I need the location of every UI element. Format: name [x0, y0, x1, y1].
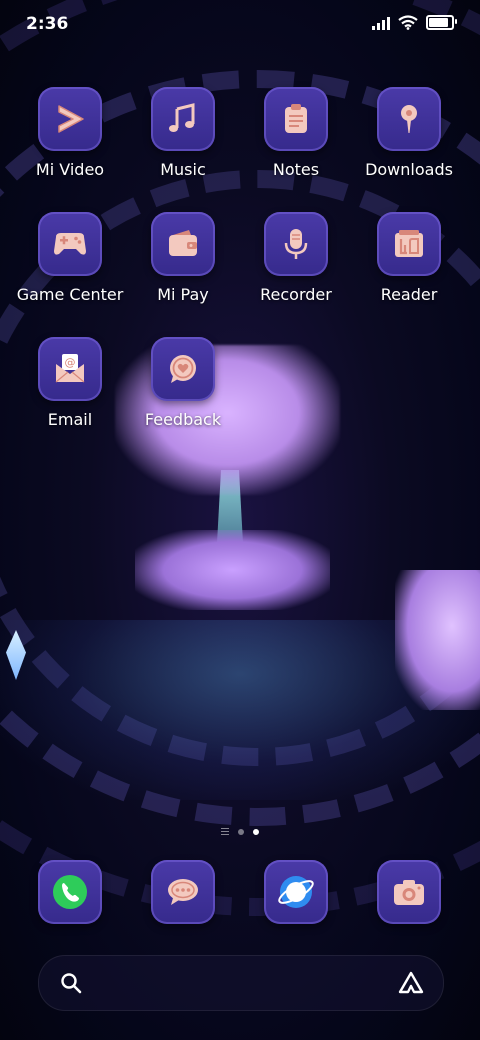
app-downloads[interactable]: Downloads	[353, 87, 465, 179]
gamepad-icon	[54, 233, 86, 255]
app-icon-mi-pay[interactable]	[151, 212, 215, 276]
clipboard-icon	[285, 104, 307, 133]
app-label: Mi Video	[35, 160, 105, 179]
page-dot	[238, 828, 244, 835]
app-icon-feedback[interactable]	[151, 337, 215, 401]
app-feedback[interactable]: Feedback	[127, 337, 239, 429]
app-music[interactable]: Music	[127, 87, 239, 179]
svg-text:@: @	[65, 356, 76, 369]
envelope-icon: @	[55, 354, 85, 383]
app-label: Reader	[380, 285, 438, 304]
dock-camera[interactable]	[353, 860, 465, 924]
app-icon-phone[interactable]	[38, 860, 102, 924]
app-icon-email[interactable]: @	[38, 337, 102, 401]
phone-icon	[53, 875, 87, 909]
app-label: Game Center	[16, 285, 124, 304]
battery-icon	[426, 15, 457, 30]
search-icon[interactable]	[59, 971, 83, 995]
app-label: Recorder	[260, 285, 332, 304]
app-icon-game-center[interactable]	[38, 212, 102, 276]
app-label: Downloads	[365, 160, 453, 179]
app-label: Notes	[272, 160, 320, 179]
cellular-signal-icon	[372, 16, 390, 30]
app-game-center[interactable]: Game Center	[14, 212, 126, 304]
dock-browser[interactable]	[240, 860, 352, 924]
app-label: Mi Pay	[157, 285, 209, 304]
app-label: Email	[47, 410, 93, 429]
assistant-icon[interactable]	[397, 970, 425, 996]
app-recorder[interactable]: Recorder	[240, 212, 352, 304]
wallet-icon	[169, 230, 197, 256]
app-icon-mi-video[interactable]	[38, 87, 102, 151]
app-reader[interactable]: Reader	[353, 212, 465, 304]
app-mi-video[interactable]: Mi Video	[14, 87, 126, 179]
app-icon-notes[interactable]	[264, 87, 328, 151]
app-icon-messages[interactable]	[151, 860, 215, 924]
chat-bubble-icon	[168, 879, 198, 905]
page-indicator[interactable]	[0, 828, 480, 835]
microphone-icon	[284, 229, 308, 259]
download-pin-icon	[401, 105, 417, 133]
search-bar[interactable]	[38, 955, 444, 1011]
page-indicator-menu-icon	[221, 828, 229, 835]
music-note-icon	[169, 103, 195, 132]
app-icon-downloads[interactable]	[377, 87, 441, 151]
app-icon-music[interactable]	[151, 87, 215, 151]
dock-messages[interactable]	[127, 860, 239, 924]
app-notes[interactable]: Notes	[240, 87, 352, 179]
app-label: Music	[160, 160, 206, 179]
wifi-icon	[398, 15, 418, 30]
app-icon-recorder[interactable]	[264, 212, 328, 276]
heart-chat-icon	[170, 355, 196, 383]
battery-fill	[429, 18, 448, 27]
browser-globe-icon	[278, 876, 314, 908]
app-mi-pay[interactable]: Mi Pay	[127, 212, 239, 304]
camera-icon	[394, 880, 424, 905]
dock-phone[interactable]	[14, 860, 126, 924]
app-email[interactable]: @ Email	[14, 337, 126, 429]
play-icon	[58, 105, 84, 133]
app-icon-camera[interactable]	[377, 860, 441, 924]
page-dot-active	[253, 828, 259, 835]
app-label: Feedback	[144, 410, 222, 429]
status-bar: 2:36	[0, 0, 480, 50]
status-time: 2:36	[26, 14, 69, 34]
wallpaper-tree-canopy	[135, 530, 330, 610]
status-icons	[372, 15, 457, 30]
app-icon-browser[interactable]	[264, 860, 328, 924]
wallpaper-tree-canopy	[395, 570, 480, 710]
book-icon	[395, 230, 423, 257]
app-icon-reader[interactable]	[377, 212, 441, 276]
